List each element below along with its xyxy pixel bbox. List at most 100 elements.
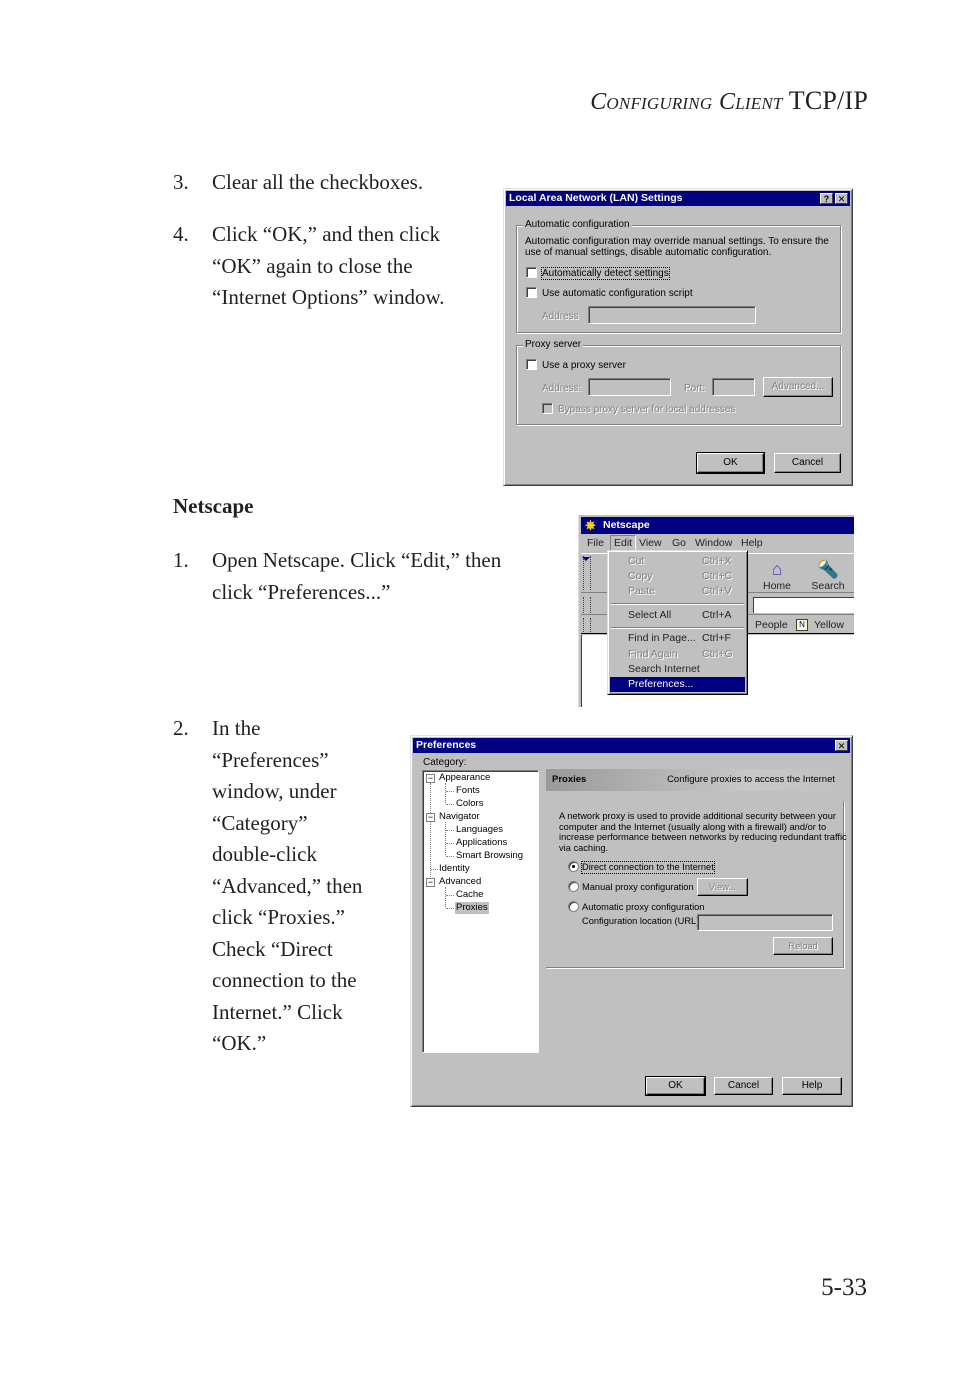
menu-edit[interactable]: Edit xyxy=(610,535,637,551)
running-head: Configuring Client TCP/IP xyxy=(590,86,868,116)
proxy-port-label: Port: xyxy=(684,383,706,394)
menu-item-label: Copy xyxy=(628,570,653,582)
step-text: Clear all the checkboxes. xyxy=(212,170,424,194)
auto-script-label[interactable]: Use automatic configuration script xyxy=(542,288,693,299)
reload-button[interactable]: Reload xyxy=(773,937,833,955)
menu-item-copy[interactable]: Copy Ctrl+C xyxy=(610,569,745,584)
automatic-proxy-label[interactable]: Automatic proxy configuration xyxy=(582,902,704,913)
tree-item-advanced[interactable]: Advanced xyxy=(439,876,481,888)
panel-header: Proxies Configure proxies to access the … xyxy=(546,769,839,791)
netscape-bookmark-icon: N xyxy=(796,619,808,631)
tree-item-fonts[interactable]: Fonts xyxy=(456,785,480,797)
tree-item-appearance[interactable]: Appearance xyxy=(439,772,490,784)
automatic-proxy-radio[interactable] xyxy=(568,901,579,912)
toolbar-grip[interactable] xyxy=(583,597,591,613)
home-button[interactable]: ⌂ Home xyxy=(754,558,800,592)
proxy-port-input[interactable] xyxy=(712,378,755,396)
tree-line xyxy=(446,843,454,844)
menu-item-search-internet[interactable]: Search Internet xyxy=(610,662,745,677)
step-line: “OK.” xyxy=(212,1031,267,1055)
auto-script-checkbox[interactable] xyxy=(526,287,537,298)
advanced-button[interactable]: Advanced... xyxy=(763,377,833,397)
tree-item-navigator[interactable]: Navigator xyxy=(439,811,480,823)
menu-go[interactable]: Go xyxy=(672,535,686,551)
toolbar-grip[interactable] xyxy=(583,618,591,632)
auto-detect-checkbox[interactable] xyxy=(526,267,537,278)
menu-item-paste[interactable]: Paste Ctrl+V xyxy=(610,584,745,599)
step-number: 3. xyxy=(173,170,189,194)
menu-item-label: Paste xyxy=(628,585,655,597)
search-button[interactable]: 🔦 Search xyxy=(805,558,851,592)
menu-item-shortcut: Ctrl+C xyxy=(702,570,733,582)
direct-connection-label[interactable]: Direct connection to the Internet xyxy=(581,861,715,874)
tree-line xyxy=(446,908,454,909)
menu-file[interactable]: File xyxy=(587,535,604,551)
menu-item-shortcut: Ctrl+G xyxy=(702,648,733,660)
tree-item-smart-browsing[interactable]: Smart Browsing xyxy=(456,850,523,862)
auto-detect-label[interactable]: Automatically detect settings xyxy=(541,267,670,280)
lan-dialog-title: Local Area Network (LAN) Settings xyxy=(509,192,683,204)
menu-item-shortcut: Ctrl+A xyxy=(702,609,732,621)
tree-item-languages[interactable]: Languages xyxy=(456,824,503,836)
category-tree[interactable]: − Appearance Fonts Colors − Navigator La… xyxy=(422,770,539,1053)
tree-item-cache[interactable]: Cache xyxy=(456,889,483,901)
manual-proxy-radio[interactable] xyxy=(568,881,579,892)
group-legend: Proxy server xyxy=(523,339,584,351)
close-icon[interactable]: ✕ xyxy=(835,193,848,204)
proxy-server-group: Proxy server Use a proxy server Address:… xyxy=(516,339,841,425)
bypass-local-checkbox[interactable] xyxy=(542,403,553,414)
ok-button[interactable]: OK xyxy=(645,1076,706,1096)
proxy-description: via caching. xyxy=(559,842,609,853)
tree-line xyxy=(446,791,454,792)
lan-settings-dialog: Local Area Network (LAN) Settings ? ✕ Au… xyxy=(503,188,853,486)
step-text: In the “Preferences” window, under “Cate… xyxy=(212,713,362,1060)
collapse-icon[interactable]: − xyxy=(426,774,435,783)
panel-description: Configure proxies to access the Internet xyxy=(667,774,835,785)
use-proxy-label[interactable]: Use a proxy server xyxy=(542,360,626,371)
location-input[interactable] xyxy=(753,597,854,613)
menu-item-label: Cut xyxy=(628,555,645,567)
cancel-button[interactable]: Cancel xyxy=(714,1077,773,1095)
tree-item-identity[interactable]: Identity xyxy=(439,863,470,875)
step-number: 4. xyxy=(173,222,189,246)
close-icon[interactable]: ✕ xyxy=(835,740,848,751)
direct-connection-radio[interactable] xyxy=(568,861,579,872)
tree-item-applications[interactable]: Applications xyxy=(456,837,507,849)
script-address-input[interactable] xyxy=(588,306,756,324)
ok-button[interactable]: OK xyxy=(696,452,765,474)
menu-item-select-all[interactable]: Select All Ctrl+A xyxy=(610,608,745,623)
menu-window[interactable]: Window xyxy=(695,535,732,551)
menu-item-preferences[interactable]: Preferences... xyxy=(610,677,745,692)
menu-item-shortcut: Ctrl+X xyxy=(702,555,732,567)
help-icon[interactable]: ? xyxy=(820,193,833,204)
proxy-address-input[interactable] xyxy=(588,378,671,396)
proxy-description: computer and the Internet (usually along… xyxy=(559,821,827,832)
help-button[interactable]: Help xyxy=(782,1077,842,1095)
collapse-icon[interactable]: − xyxy=(426,813,435,822)
bypass-local-label[interactable]: Bypass proxy server for local addresses xyxy=(558,404,735,415)
manual-proxy-label[interactable]: Manual proxy configuration xyxy=(582,882,694,893)
running-head-word-3: TCP/IP xyxy=(788,86,868,115)
menu-item-find-again[interactable]: Find Again Ctrl+G xyxy=(610,647,745,662)
tree-item-colors[interactable]: Colors xyxy=(456,798,483,810)
toolbar-grip[interactable] xyxy=(583,556,591,590)
menu-item-cut[interactable]: Cut Ctrl+X xyxy=(610,554,745,569)
step-line: “Advanced,” then xyxy=(212,873,363,898)
tree-item-proxies[interactable]: Proxies xyxy=(455,902,489,914)
category-label: Category: xyxy=(423,757,467,768)
netscape-step-1: 1. Open Netscape. Click “Edit,” then cli… xyxy=(173,545,553,609)
cancel-button[interactable]: Cancel xyxy=(774,453,841,473)
people-link[interactable]: People xyxy=(755,616,788,634)
menu-view[interactable]: View xyxy=(639,535,662,551)
collapse-arrow-icon[interactable] xyxy=(582,557,590,561)
step-4: 4. Click “OK,” and then click “OK” again… xyxy=(173,219,493,315)
menu-help[interactable]: Help xyxy=(741,535,763,551)
config-url-input[interactable] xyxy=(697,914,833,931)
menu-item-find-in-page[interactable]: Find in Page... Ctrl+F xyxy=(610,631,745,646)
tree-line xyxy=(430,783,431,883)
collapse-icon[interactable]: − xyxy=(426,878,435,887)
home-icon: ⌂ xyxy=(771,559,783,579)
view-button[interactable]: View... xyxy=(697,878,748,896)
use-proxy-checkbox[interactable] xyxy=(526,359,537,370)
netscape-logo-icon: ✵ xyxy=(585,518,596,533)
